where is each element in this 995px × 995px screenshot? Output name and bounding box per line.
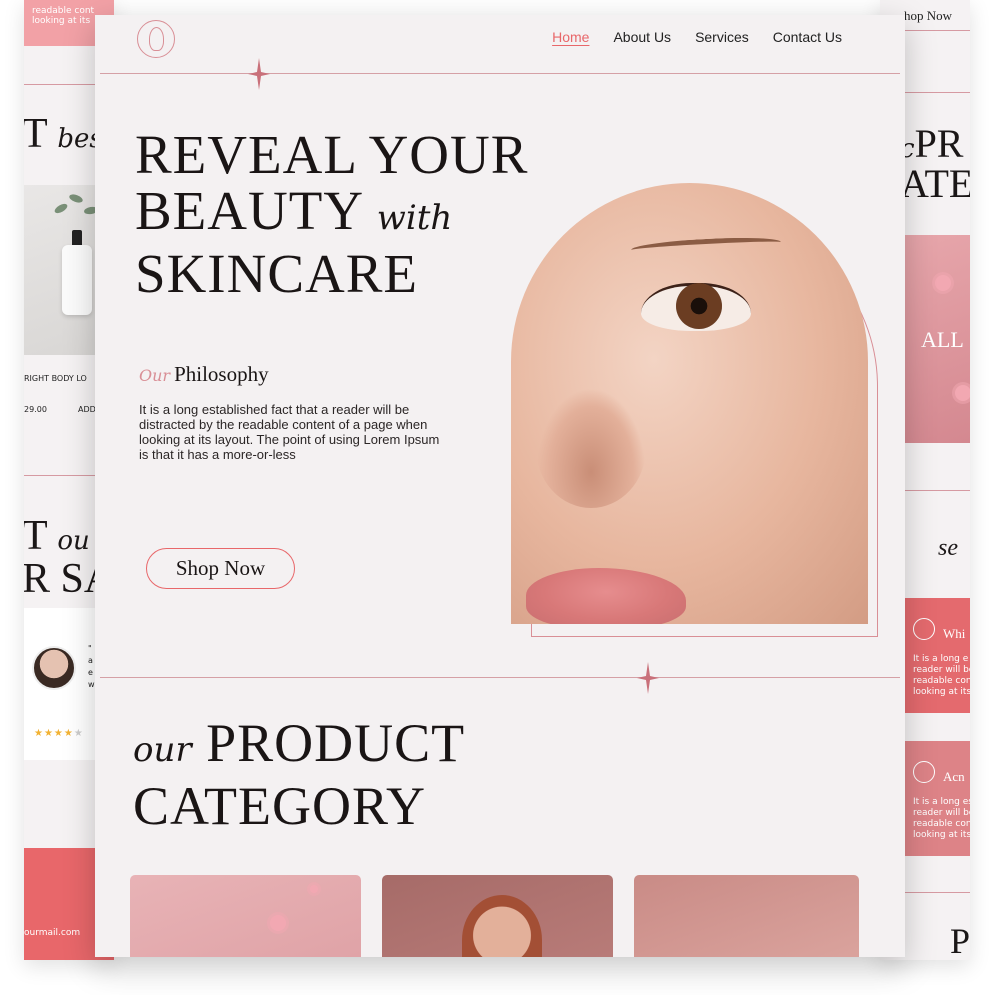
left-preview-price: 29.00 [24, 405, 47, 414]
sparkle-icon [637, 662, 659, 694]
left-preview-product-name: RIGHT BODY LO [24, 374, 87, 383]
philosophy-heading: Our Philosophy [139, 362, 269, 386]
right-preview-bottom-text: P [950, 921, 970, 960]
right-preview-heading-2: ATE [900, 161, 970, 206]
philosophy-text: It is a long established fact that a rea… [139, 402, 440, 462]
header-divider [100, 73, 900, 74]
avatar [32, 646, 76, 690]
right-preview-category-image: ALL [905, 235, 970, 443]
nav-link-contact[interactable]: Contact Us [773, 29, 842, 45]
bottle-icon [62, 245, 92, 315]
right-preview-image-label: ALL [921, 327, 964, 352]
category-card-image[interactable] [130, 875, 361, 957]
rating-stars: ★★★★★ [34, 728, 84, 739]
right-preview-service-card-1: Whi It is a long e reader will be readab… [905, 598, 970, 713]
service-card-title: Whi [943, 626, 966, 641]
section-divider [100, 677, 900, 678]
left-preview-heading: T bes [24, 111, 103, 157]
service-card-text: It is a long e reader will be readable c… [913, 654, 970, 697]
nav-links: Home About Us Services Contact Us [552, 29, 842, 45]
brand-logo-icon[interactable] [137, 20, 175, 58]
hero-title-line-2: BEAUTY with [135, 180, 453, 241]
testimonial-line: w [88, 680, 95, 689]
category-card-image[interactable] [382, 875, 613, 957]
hero-title-line-1: REVEAL YOUR [135, 124, 529, 185]
nav-link-about[interactable]: About Us [613, 29, 671, 45]
testimonial-line: e [88, 668, 93, 677]
left-preview-top-text-2: looking at its [32, 16, 91, 26]
sparkle-icon [248, 58, 270, 90]
service-card-title: Acn [943, 769, 965, 784]
hero-title: REVEAL YOUR BEAUTY with SKINCARE [135, 127, 528, 302]
footer-email: ourmail.com [24, 928, 81, 938]
face-sparkle-icon [913, 761, 935, 783]
right-preview-shop-link[interactable]: hop Now [904, 8, 952, 24]
hero-title-line-3: SKINCARE [135, 243, 419, 304]
face-icon [913, 618, 935, 640]
left-preview-add-button[interactable]: ADD [78, 405, 96, 414]
right-preview-service-card-2: Acn It is a long est reader will be read… [905, 741, 970, 856]
left-preview-heading-2: T ou [24, 513, 90, 559]
category-title-line-1: our PRODUCT [133, 713, 466, 773]
main-page-preview: Home About Us Services Contact Us REVEAL… [95, 15, 905, 957]
testimonial-quote: " [88, 644, 92, 653]
category-card-image[interactable] [634, 875, 859, 957]
testimonial-line: a [88, 656, 93, 665]
nav-link-services[interactable]: Services [695, 29, 749, 45]
top-navigation: Home About Us Services Contact Us [95, 15, 905, 58]
left-preview-top-text-1: readable cont [32, 6, 95, 16]
category-title-line-2: CATEGORY [133, 776, 427, 836]
nav-link-home[interactable]: Home [552, 29, 589, 45]
right-preview-script-text: se [938, 535, 958, 561]
category-title: our PRODUCT CATEGORY [133, 715, 465, 834]
hero-face-image [511, 183, 868, 624]
service-card-text: It is a long est reader will be readable… [913, 797, 970, 840]
shop-now-button[interactable]: Shop Now [146, 548, 295, 589]
